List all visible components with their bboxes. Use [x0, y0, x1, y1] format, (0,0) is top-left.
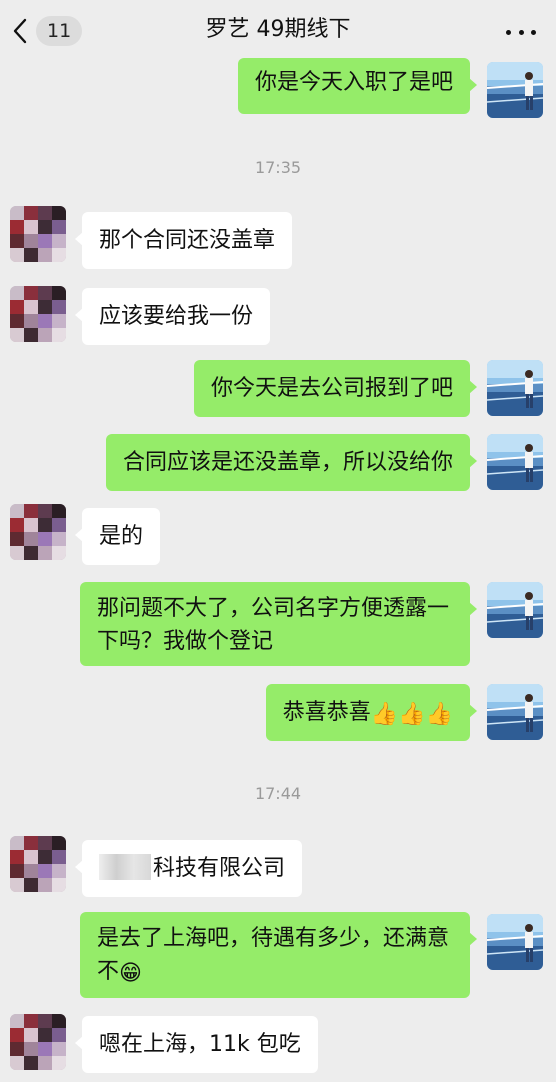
message-text: 是的 — [99, 524, 144, 549]
message-bubble-outgoing[interactable]: 你今天是去公司报到了吧 — [193, 360, 478, 417]
message-text: 你今天是去公司报到了吧 — [210, 376, 453, 401]
message-text: 你是今天入职了是吧 — [254, 70, 453, 95]
message-bubble-outgoing[interactable]: 是去了上海吧，待遇有多少，还满意不😁 — [80, 912, 477, 998]
message-row: 应该要给我一份 — [0, 286, 556, 346]
message-bubble-incoming[interactable]: 应该要给我一份 — [74, 288, 271, 345]
message-bubble-incoming[interactable]: 那个合同还没盖章 — [74, 212, 293, 269]
message-text: 科技有限公司 — [153, 856, 286, 881]
message-text: 那问题不大了，公司名字方便透露一下吗？我做个登记 — [97, 596, 450, 654]
chat-header: 11 罗艺 49期线下 — [0, 0, 556, 62]
message-row: 那个合同还没盖章 — [0, 206, 556, 269]
my-avatar[interactable] — [487, 434, 543, 490]
message-row: 你今天是去公司报到了吧 — [0, 360, 556, 420]
message-text: 恭喜恭喜 — [282, 700, 371, 725]
message-bubble-incoming[interactable]: 科技有限公司 — [74, 840, 303, 897]
my-avatar[interactable] — [487, 62, 543, 118]
contact-avatar[interactable] — [10, 836, 66, 892]
message-row: 恭喜恭喜👍👍👍 — [0, 684, 556, 744]
message-text: 是去了上海吧，待遇有多少，还满意不 — [97, 926, 450, 984]
timestamp: 17:35 — [254, 158, 302, 177]
my-avatar[interactable] — [487, 360, 543, 416]
message-bubble-incoming[interactable]: 嗯在上海，11k 包吃 — [75, 1016, 318, 1073]
message-bubble-outgoing[interactable]: 合同应该是还没盖章，所以没给你 — [105, 434, 478, 491]
contact-avatar[interactable] — [10, 504, 66, 560]
message-row: 你是今天入职了是吧 — [0, 58, 556, 118]
message-text: 那个合同还没盖章 — [99, 228, 276, 253]
message-text: 嗯在上海，11k 包吃 — [99, 1032, 301, 1057]
more-dots-icon[interactable] — [506, 18, 536, 46]
message-row: 科技有限公司 — [0, 836, 556, 897]
message-text: 合同应该是还没盖章，所以没给你 — [122, 450, 453, 475]
grinning-face-icon: 😁 — [119, 961, 142, 986]
message-bubble-outgoing[interactable]: 恭喜恭喜👍👍👍 — [265, 684, 478, 741]
message-bubble-incoming[interactable]: 是的 — [74, 508, 161, 565]
message-list[interactable]: 你是今天入职了是吧 17:35 那个合同还没盖章 应该要给我一份 你今天是去公司… — [0, 58, 556, 1082]
my-avatar[interactable] — [487, 684, 543, 740]
message-row: 嗯在上海，11k 包吃 — [0, 1014, 556, 1074]
contact-avatar[interactable] — [10, 286, 66, 342]
my-avatar[interactable] — [487, 914, 543, 970]
contact-avatar[interactable] — [10, 1014, 66, 1070]
message-row: 是去了上海吧，待遇有多少，还满意不😁 — [0, 912, 556, 998]
message-text: 应该要给我一份 — [99, 304, 254, 329]
thumbs-up-icon: 👍👍👍 — [370, 702, 453, 727]
message-row: 合同应该是还没盖章，所以没给你 — [0, 434, 556, 494]
my-avatar[interactable] — [487, 582, 543, 638]
message-bubble-outgoing[interactable]: 那问题不大了，公司名字方便透露一下吗？我做个登记 — [80, 582, 477, 666]
redacted-text — [99, 854, 151, 880]
chat-title: 罗艺 49期线下 — [205, 17, 351, 42]
message-row: 那问题不大了，公司名字方便透露一下吗？我做个登记 — [0, 582, 556, 668]
contact-avatar[interactable] — [10, 206, 66, 262]
message-row: 是的 — [0, 504, 556, 565]
timestamp: 17:44 — [254, 784, 302, 803]
message-bubble-outgoing[interactable]: 你是今天入职了是吧 — [237, 58, 478, 114]
